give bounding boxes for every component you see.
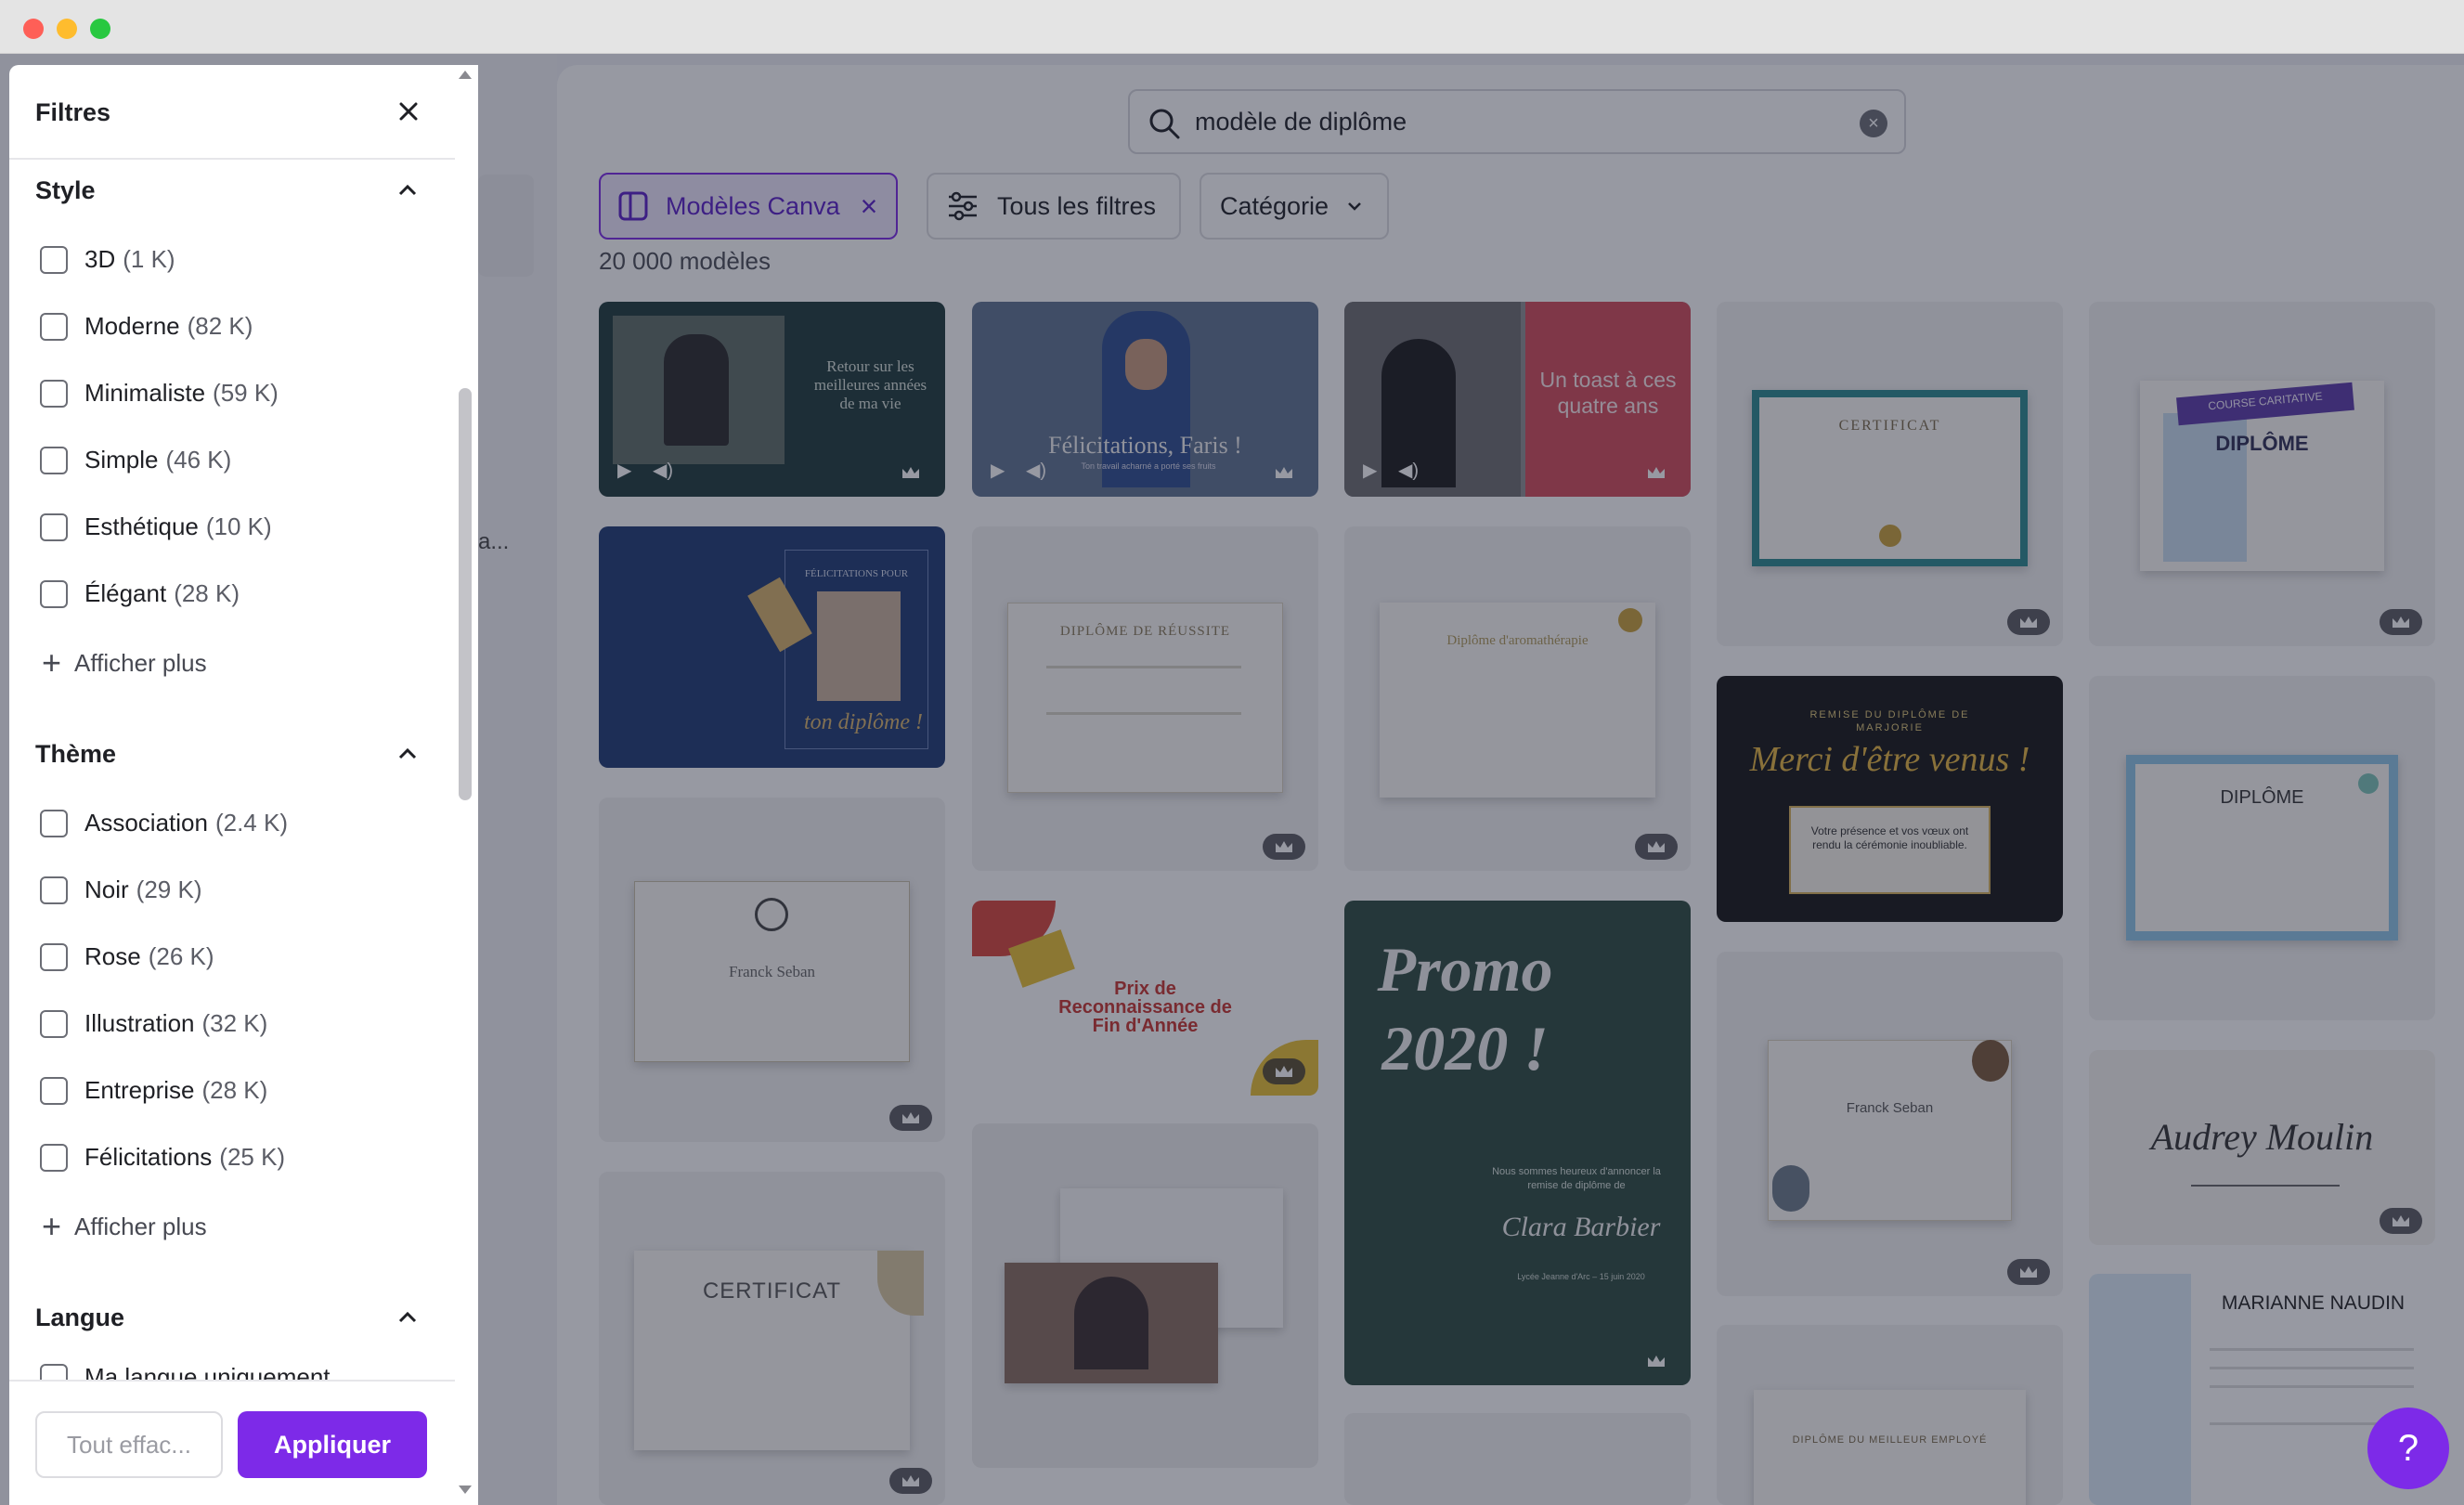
close-icon[interactable] bbox=[390, 93, 427, 130]
checkbox[interactable] bbox=[40, 446, 68, 474]
filter-option-felicitations[interactable]: Félicitations (25 K) bbox=[40, 1143, 285, 1172]
section-title-language[interactable]: Langue bbox=[35, 1304, 124, 1332]
filter-option-3d[interactable]: 3D (1 K) bbox=[40, 245, 175, 274]
filters-footer: Tout effac... Appliquer bbox=[9, 1380, 455, 1505]
show-more-style-button[interactable]: + Afficher plus bbox=[42, 646, 207, 680]
checkbox[interactable] bbox=[40, 876, 68, 904]
section-title-theme[interactable]: Thème bbox=[35, 740, 116, 769]
filter-option-entreprise[interactable]: Entreprise (28 K) bbox=[40, 1076, 267, 1105]
chevron-up-icon[interactable] bbox=[392, 1302, 423, 1333]
apply-button[interactable]: Appliquer bbox=[238, 1411, 427, 1478]
checkbox[interactable] bbox=[40, 379, 68, 408]
checkbox[interactable] bbox=[40, 579, 68, 608]
maximize-window-button[interactable] bbox=[90, 19, 110, 39]
filter-option-esthetique[interactable]: Esthétique (10 K) bbox=[40, 512, 272, 541]
checkbox[interactable] bbox=[40, 312, 68, 341]
plus-icon: + bbox=[42, 1207, 62, 1245]
filters-panel: Filtres Style 3D (1 K) Moderne (82 K) Mini… bbox=[9, 65, 478, 1505]
filter-option-elegant[interactable]: Élégant (28 K) bbox=[40, 579, 240, 608]
filters-title: Filtres bbox=[35, 98, 111, 126]
section-title-style[interactable]: Style bbox=[35, 176, 96, 205]
chevron-up-icon[interactable] bbox=[392, 738, 423, 770]
filter-option-moderne[interactable]: Moderne (82 K) bbox=[40, 312, 253, 341]
checkbox[interactable] bbox=[40, 1009, 68, 1038]
checkbox[interactable] bbox=[40, 1076, 68, 1105]
filter-option-simple[interactable]: Simple (46 K) bbox=[40, 446, 231, 474]
filter-option-noir[interactable]: Noir (29 K) bbox=[40, 876, 201, 904]
filter-option-minimaliste[interactable]: Minimaliste (59 K) bbox=[40, 379, 279, 408]
filter-option-illustration[interactable]: Illustration (32 K) bbox=[40, 1009, 267, 1038]
checkbox[interactable] bbox=[40, 245, 68, 274]
checkbox[interactable] bbox=[40, 942, 68, 971]
filter-option-rose[interactable]: Rose (26 K) bbox=[40, 942, 214, 971]
checkbox[interactable] bbox=[40, 1143, 68, 1172]
window-titlebar bbox=[0, 0, 2464, 54]
help-button[interactable]: ? bbox=[2367, 1408, 2449, 1489]
show-more-theme-button[interactable]: + Afficher plus bbox=[42, 1210, 207, 1243]
scrollbar-thumb[interactable] bbox=[459, 388, 472, 800]
plus-icon: + bbox=[42, 643, 62, 681]
checkbox[interactable] bbox=[40, 512, 68, 541]
scroll-up-arrow-icon[interactable] bbox=[459, 71, 472, 79]
scroll-down-arrow-icon[interactable] bbox=[459, 1486, 472, 1494]
filters-header: Filtres bbox=[9, 65, 455, 160]
filter-option-association[interactable]: Association (2.4 K) bbox=[40, 809, 288, 837]
minimize-window-button[interactable] bbox=[57, 19, 77, 39]
chevron-up-icon[interactable] bbox=[392, 175, 423, 206]
clear-all-button[interactable]: Tout effac... bbox=[35, 1411, 223, 1478]
checkbox[interactable] bbox=[40, 809, 68, 837]
close-window-button[interactable] bbox=[23, 19, 44, 39]
